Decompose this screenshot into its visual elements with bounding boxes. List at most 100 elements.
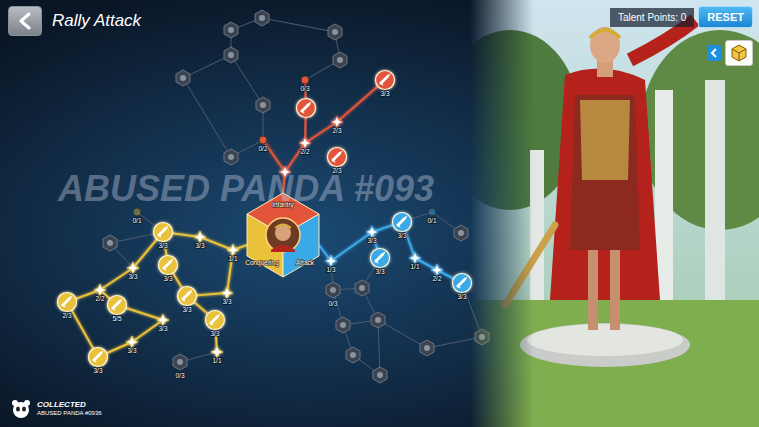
- talent-node[interactable]: 3/3: [393, 213, 412, 240]
- talent-icon: [206, 311, 225, 330]
- locked-mark-icon: [330, 287, 336, 293]
- commander-hex[interactable]: Infantry Conquering Attack: [245, 193, 319, 277]
- talent-node[interactable]: 0/3: [326, 282, 340, 307]
- talent-node[interactable]: 0/2: [258, 136, 267, 152]
- talent-node[interactable]: 0/1: [427, 208, 436, 224]
- talent-node[interactable]: [256, 97, 270, 113]
- talent-node[interactable]: 3/3: [127, 262, 139, 280]
- locked-mark-icon: [424, 345, 430, 351]
- talent-node[interactable]: 3/3: [157, 314, 169, 332]
- sword-icon: [210, 315, 219, 325]
- talent-count: 3/3: [158, 242, 167, 249]
- tree-label: Attack: [296, 259, 315, 266]
- talent-count: 1/3: [326, 266, 335, 273]
- locked-talent-icon: [173, 354, 187, 370]
- talent-node[interactable]: [297, 99, 316, 118]
- talent-count: 2/3: [62, 312, 71, 319]
- talent-count: 0/3: [175, 372, 184, 379]
- locked-talent-icon: [371, 312, 385, 328]
- talent-node[interactable]: 0/1: [132, 208, 141, 224]
- locked-talent-icon: [355, 280, 369, 296]
- talent-node[interactable]: [224, 149, 238, 165]
- talent-node[interactable]: 3/3: [126, 336, 138, 354]
- talent-node[interactable]: [224, 47, 238, 63]
- talent-count: 1/1: [228, 255, 237, 262]
- panda-icon: [10, 399, 32, 419]
- talent-node[interactable]: 3/3: [453, 274, 472, 301]
- locked-mark-icon: [259, 15, 265, 21]
- talent-node[interactable]: 3/3: [89, 348, 108, 375]
- locked-talent-icon: [255, 10, 269, 26]
- cube-button[interactable]: [725, 40, 753, 66]
- back-button[interactable]: [8, 6, 42, 36]
- tree-label: Infantry: [272, 201, 294, 209]
- talent-node[interactable]: [346, 347, 360, 363]
- talent-count: 2/3: [332, 167, 341, 174]
- talent-node[interactable]: 2/2: [431, 264, 443, 282]
- talent-icon: [154, 223, 173, 242]
- top-bar: Rally Attack: [8, 6, 141, 36]
- talent-node[interactable]: [371, 312, 385, 328]
- talent-node[interactable]: [454, 225, 468, 241]
- talent-node[interactable]: 2/3: [58, 293, 77, 320]
- talent-node[interactable]: [373, 367, 387, 383]
- talent-node[interactable]: 3/3: [178, 287, 197, 314]
- locked-talent-icon: [336, 317, 350, 333]
- talent-node[interactable]: 3/3: [159, 256, 178, 283]
- talent-node[interactable]: 2/3: [331, 116, 343, 134]
- talent-node[interactable]: [255, 10, 269, 26]
- talent-count: 1/1: [212, 357, 221, 364]
- talent-node[interactable]: 1/3: [325, 255, 337, 273]
- tree-label: Conquering: [245, 259, 279, 267]
- star-connector-icon: [279, 166, 291, 178]
- talent-node[interactable]: 3/3: [154, 223, 173, 250]
- locked-talent-icon: [333, 52, 347, 68]
- talent-count: 3/3: [93, 367, 102, 374]
- talent-node[interactable]: 1/1: [409, 252, 421, 270]
- talent-node[interactable]: [336, 317, 350, 333]
- page-title: Rally Attack: [52, 11, 141, 31]
- talent-node[interactable]: 2/2: [299, 137, 311, 155]
- talent-node[interactable]: [328, 24, 342, 40]
- sword-icon: [301, 103, 310, 113]
- talent-count: 3/3: [182, 306, 191, 313]
- talent-count: 2/2: [95, 295, 104, 302]
- talent-node[interactable]: [224, 22, 238, 38]
- talent-node[interactable]: [103, 235, 117, 251]
- talent-node[interactable]: 3/3: [371, 249, 390, 276]
- collapse-button[interactable]: [707, 45, 721, 61]
- talent-node[interactable]: 5/5: [108, 296, 127, 323]
- talent-node[interactable]: 3/3: [376, 71, 395, 98]
- locked-mark-icon: [337, 57, 343, 63]
- talent-icon: [453, 274, 472, 293]
- talent-node[interactable]: 3/3: [221, 287, 233, 305]
- talent-node[interactable]: [355, 280, 369, 296]
- talent-node[interactable]: [176, 70, 190, 86]
- sword-icon: [332, 152, 341, 162]
- talent-count: 3/3: [457, 293, 466, 300]
- locked-mark-icon: [260, 102, 266, 108]
- reset-button[interactable]: RESET: [698, 6, 753, 28]
- talent-node[interactable]: 2/2: [94, 284, 106, 302]
- cube-icon: [730, 44, 748, 62]
- talent-node[interactable]: 3/3: [194, 231, 206, 249]
- locked-mark-icon: [332, 29, 338, 35]
- talent-count: 3/3: [128, 273, 137, 280]
- talent-node[interactable]: 0/3: [173, 354, 187, 379]
- locked-talent-icon: [326, 282, 340, 298]
- sword-icon: [380, 75, 389, 85]
- locked-talent-icon: [454, 225, 468, 241]
- talent-node[interactable]: [333, 52, 347, 68]
- talent-node[interactable]: 1/1: [227, 244, 239, 262]
- talent-node[interactable]: 2/3: [328, 148, 347, 175]
- talent-branch: 1/1 3/3 3/3 0/1 3/3 3/3 2/2 2/3 5/5 3/3 3/3 3/3 3/3 3…: [58, 208, 240, 379]
- talent-count: 3/3: [367, 237, 376, 244]
- talent-node[interactable]: 0/3: [300, 76, 309, 92]
- talent-node[interactable]: 3/3: [366, 226, 378, 244]
- talent-node[interactable]: 3/3: [206, 311, 225, 338]
- talent-node[interactable]: [279, 166, 291, 178]
- talent-node[interactable]: [420, 340, 434, 356]
- talent-node[interactable]: 1/1: [211, 346, 223, 364]
- talent-count: 5/5: [112, 315, 121, 322]
- talent-count: 0/3: [300, 85, 309, 92]
